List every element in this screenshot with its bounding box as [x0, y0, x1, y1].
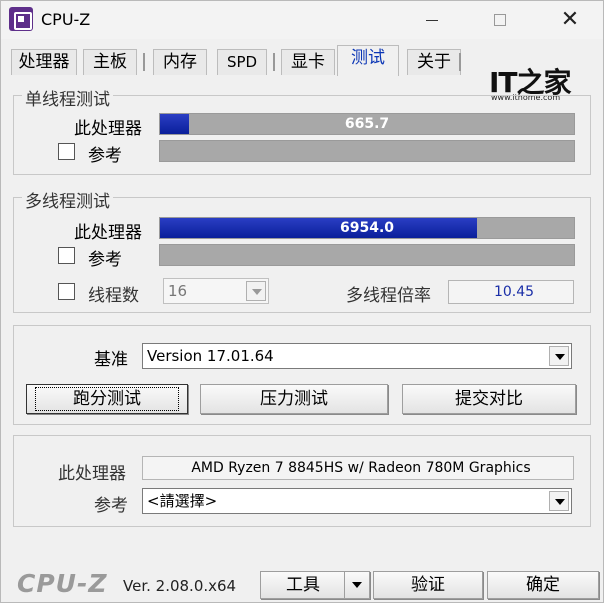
benchmark-version-value: Version 17.01.64 [147, 347, 274, 365]
bench-cpu-button[interactable]: 跑分测试 [26, 384, 188, 414]
single-reference-label: 参考 [88, 146, 122, 166]
tab-cpu[interactable]: 处理器 [11, 49, 77, 75]
cpuz-app-icon [9, 7, 33, 31]
tab-spd[interactable]: SPD [217, 49, 267, 75]
tab-memory[interactable]: 内存 [153, 49, 207, 75]
single-reference-checkbox[interactable] [58, 143, 75, 160]
multi-ratio-label: 多线程倍率 [346, 286, 431, 306]
tab-bench[interactable]: 测试 [337, 45, 399, 76]
multi-ratio-value: 10.45 [448, 280, 574, 304]
maximize-button[interactable] [477, 1, 523, 39]
maximize-icon [494, 14, 506, 26]
tools-dropdown-button[interactable] [344, 571, 370, 599]
minimize-button[interactable] [409, 1, 455, 39]
multi-reference-checkbox[interactable] [58, 247, 75, 264]
single-reference-bar [159, 140, 575, 162]
submit-compare-button[interactable]: 提交对比 [402, 384, 576, 414]
benchmark-label: 基准 [94, 350, 128, 370]
info-this-cpu-label: 此处理器 [58, 464, 126, 484]
cpu-info-group: 此处理器 AMD Ryzen 7 8845HS w/ Radeon 780M G… [13, 435, 591, 527]
window-title: CPU-Z [41, 10, 91, 29]
benchmark-group: 基准 Version 17.01.64 跑分测试 压力测试 提交对比 [13, 325, 591, 425]
single-this-cpu-label: 此处理器 [74, 119, 142, 139]
threads-label: 线程数 [88, 286, 139, 306]
multi-reference-bar [159, 244, 575, 266]
single-thread-group: 单线程测试 此处理器 665.7 参考 [13, 85, 591, 175]
close-icon: ✕ [560, 7, 580, 32]
title-bar[interactable]: CPU-Z ✕ [1, 1, 603, 39]
chevron-down-icon [549, 491, 569, 511]
tab-divider [459, 53, 461, 71]
reference-cpu-value: <請選擇> [147, 492, 218, 510]
chevron-down-icon [246, 281, 266, 301]
validate-button[interactable]: 验证 [373, 571, 483, 599]
single-this-cpu-bar: 665.7 [159, 113, 575, 135]
threads-select[interactable]: 16 [163, 278, 269, 304]
cpuz-logo: CPU-Z [17, 569, 108, 598]
threads-value: 16 [168, 282, 188, 300]
stress-cpu-button[interactable]: 压力测试 [200, 384, 388, 414]
close-button[interactable]: ✕ [547, 1, 593, 39]
benchmark-version-select[interactable]: Version 17.01.64 [142, 343, 572, 369]
single-this-cpu-score: 665.7 [344, 116, 390, 132]
multi-this-cpu-label: 此处理器 [74, 223, 142, 243]
minimize-icon [426, 19, 438, 21]
multi-reference-label: 参考 [88, 250, 122, 270]
chevron-down-icon [549, 346, 569, 366]
tools-button[interactable]: 工具 [260, 571, 346, 599]
reference-cpu-select[interactable]: <請選擇> [142, 488, 572, 514]
cpuz-window: CPU-Z ✕ 处理器 主板 内存 SPD 显卡 测试 关于 IT之家 www.… [0, 0, 604, 603]
multi-this-cpu-bar: 6954.0 [159, 217, 575, 239]
bench-cpu-button-label: 跑分测试 [35, 387, 179, 411]
single-thread-title: 单线程测试 [22, 85, 113, 110]
tab-about[interactable]: 关于 [407, 49, 461, 75]
multi-thread-group: 多线程测试 此处理器 6954.0 参考 线程数 16 多线程倍率 10.45 [13, 187, 591, 313]
info-reference-label: 参考 [94, 496, 128, 516]
tab-graphics[interactable]: 显卡 [281, 49, 335, 75]
tab-divider [143, 53, 145, 71]
cpu-name-field: AMD Ryzen 7 8845HS w/ Radeon 780M Graphi… [142, 456, 574, 480]
multi-this-cpu-score: 6954.0 [339, 220, 395, 236]
threads-checkbox[interactable] [58, 283, 75, 300]
tab-divider [273, 53, 275, 71]
ok-button[interactable]: 确定 [487, 571, 599, 599]
multi-thread-title: 多线程测试 [22, 187, 113, 212]
tab-mainboard[interactable]: 主板 [83, 49, 137, 75]
version-label: Ver. 2.08.0.x64 [123, 577, 237, 595]
